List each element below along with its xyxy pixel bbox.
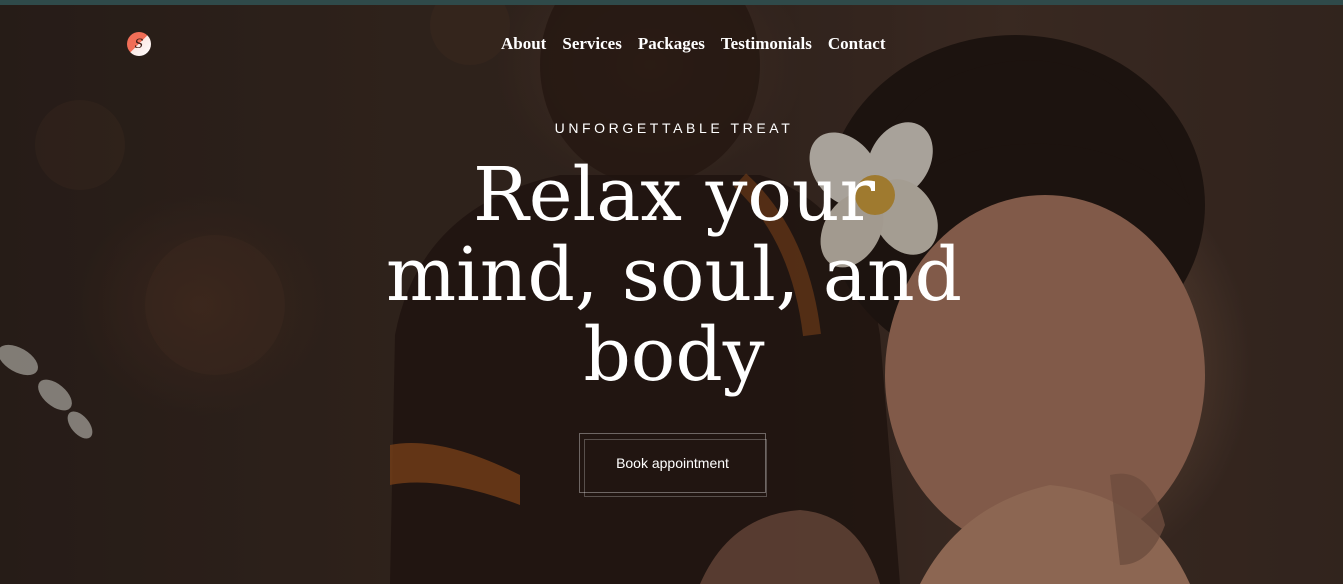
nav-link-services[interactable]: Services (562, 34, 621, 54)
book-appointment-button[interactable]: Book appointment (579, 433, 766, 493)
nav-link-contact[interactable]: Contact (828, 34, 886, 54)
headline-line-3: body (583, 312, 765, 398)
logo-letter: S (134, 36, 144, 52)
hero-eyebrow: UNFORGETTABLE TREAT (554, 120, 794, 136)
headline-line-2: mind, soul, and (386, 232, 962, 318)
headline-line-1: Relax your (473, 152, 875, 238)
main-navigation: S About Services Packages Testimonials C… (0, 5, 1343, 75)
nav-link-about[interactable]: About (501, 34, 546, 54)
nav-menu: About Services Packages Testimonials Con… (501, 34, 886, 54)
brand-logo[interactable]: S (127, 32, 151, 56)
hero-headline: Relax your mind, soul, and body (371, 155, 977, 395)
nav-link-testimonials[interactable]: Testimonials (721, 34, 812, 54)
hero-section: S About Services Packages Testimonials C… (0, 5, 1343, 584)
nav-link-packages[interactable]: Packages (638, 34, 705, 54)
